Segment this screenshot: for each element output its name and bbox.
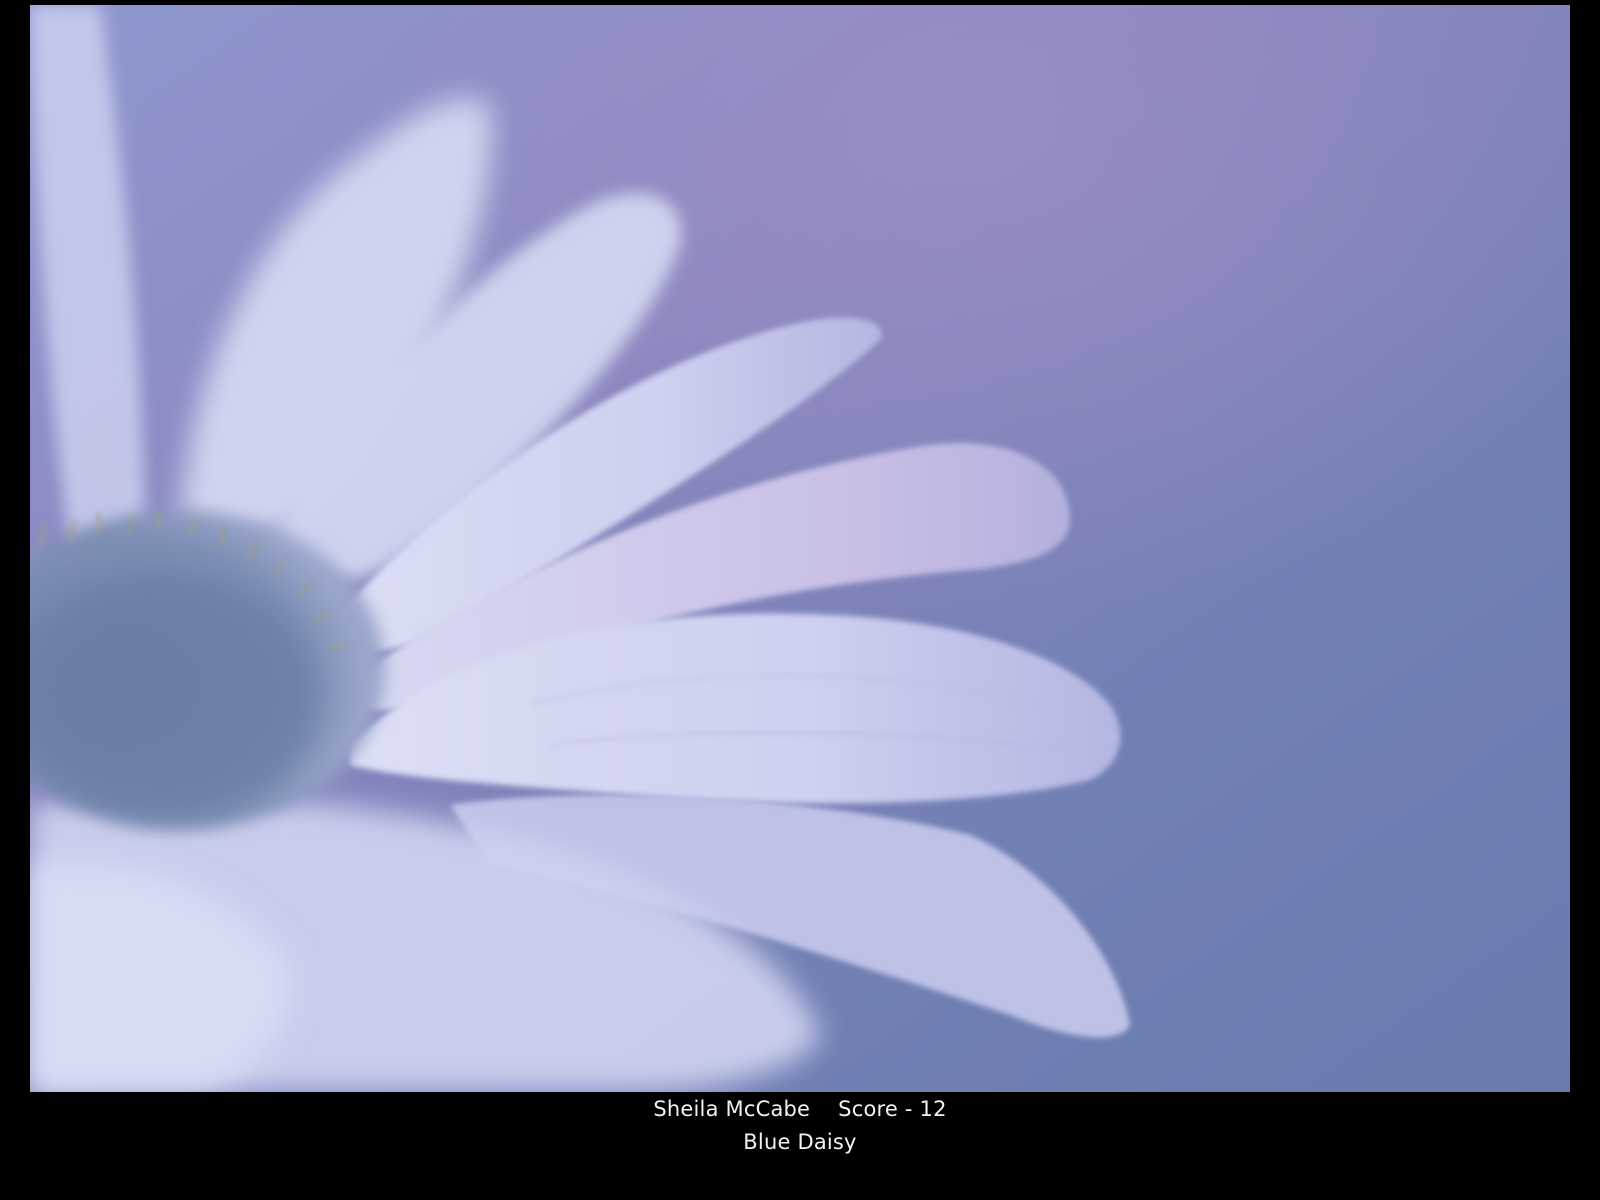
daisy-photo	[30, 5, 1570, 1092]
photo-frame	[30, 5, 1570, 1092]
caption-line-1: Sheila McCabe Score - 12	[0, 1097, 1600, 1121]
author-name: Sheila McCabe	[653, 1097, 811, 1121]
photo-title: Blue Daisy	[743, 1130, 857, 1154]
score-label: Score - 12	[838, 1097, 947, 1121]
